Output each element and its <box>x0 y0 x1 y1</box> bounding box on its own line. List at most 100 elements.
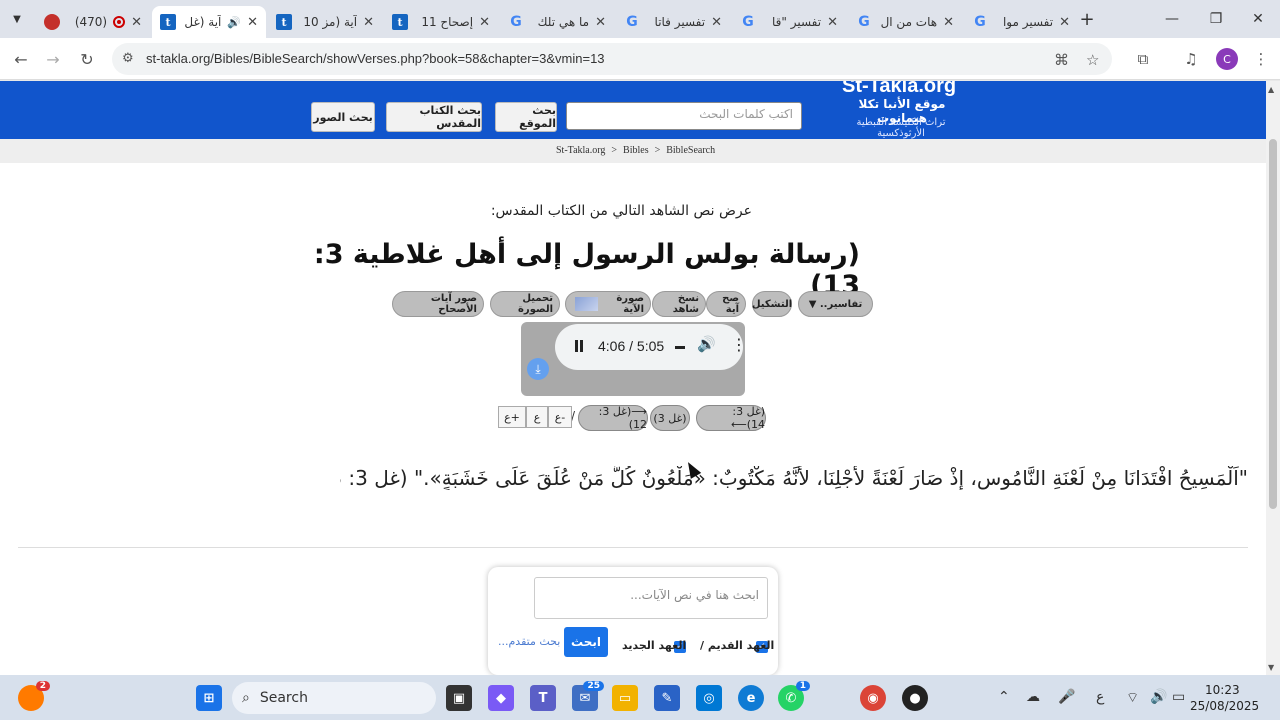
tab-google-5[interactable]: G تفسير موا ✕ <box>964 6 1078 38</box>
image-search-button[interactable]: بحث الصور <box>311 102 375 132</box>
tashkeel-button[interactable]: التشكيل <box>752 291 792 317</box>
avatar[interactable]: C <box>1216 48 1238 70</box>
new-tab-button[interactable]: + <box>1076 8 1098 30</box>
google-icon: G <box>742 14 754 30</box>
forward-icon[interactable]: → <box>42 48 64 70</box>
windows-start-icon[interactable]: ⊞ <box>196 685 222 711</box>
tafasir-dropdown[interactable]: تفاسير.. ▼ <box>798 291 873 317</box>
speaker-icon[interactable]: 🔊 <box>227 16 241 29</box>
clock-date[interactable]: 25/08/2025 <box>1190 699 1259 713</box>
cloud-icon[interactable]: ☁ <box>1026 689 1040 705</box>
font-increase-button[interactable]: ع+ <box>498 406 526 428</box>
chapter-images-button[interactable]: صور آيات الأصحاح <box>392 291 484 317</box>
pause-icon[interactable] <box>573 338 585 354</box>
chrome-icon[interactable]: ◉ <box>860 685 886 711</box>
battery-icon[interactable]: ▭ <box>1172 689 1185 705</box>
advanced-search-link[interactable]: بحث متقدم... <box>498 635 560 648</box>
verse-search-button[interactable]: ابحث <box>564 627 608 657</box>
tab-psalm[interactable]: t آية (مز 10 ✕ <box>268 6 382 38</box>
site-logo[interactable]: St-Takla.org <box>842 81 956 98</box>
extensions-icon[interactable]: ⧉ <box>1132 48 1154 70</box>
tab-title: تفسير موا <box>1002 15 1054 29</box>
bible-search-button[interactable]: بحث الكتاب المقدس <box>386 102 482 132</box>
tab-google-2[interactable]: G تفسير فاتا ✕ <box>616 6 730 38</box>
font-reset-button[interactable]: ع <box>526 406 548 428</box>
url-text[interactable]: st-takla.org/Bibles/BibleSearch/showVers… <box>146 51 605 66</box>
teams-icon[interactable]: T <box>530 685 556 711</box>
close-icon[interactable]: ✕ <box>131 15 142 30</box>
language-indicator[interactable]: ع <box>1096 689 1104 705</box>
google-icon: G <box>858 14 870 30</box>
menu-icon[interactable]: ⋮ <box>1250 48 1272 70</box>
volume-tray-icon[interactable]: 🔊 <box>1150 689 1167 705</box>
close-icon[interactable]: ✕ <box>943 15 954 30</box>
taskbar-search[interactable]: ⌕ Search <box>232 682 436 714</box>
task-view-icon[interactable]: ▣ <box>446 685 472 711</box>
close-icon[interactable]: ✕ <box>1059 15 1070 30</box>
tab-chapter[interactable]: t إصحاح 11 ✕ <box>384 6 498 38</box>
back-icon[interactable]: ← <box>10 48 32 70</box>
tab-active-verse[interactable]: t آية (غل 🔊 ✕ <box>152 6 266 38</box>
site-search-button[interactable]: بحث الموقع <box>495 102 557 132</box>
tab-google-3[interactable]: G تفسير "قا ✕ <box>732 6 846 38</box>
wifi-icon[interactable]: ⌔ <box>1126 689 1139 707</box>
m365-icon[interactable]: ◎ <box>696 685 722 711</box>
takla-icon: t <box>392 14 408 30</box>
copy-verse-button[interactable]: صح آية <box>706 291 746 317</box>
microphone-icon[interactable]: 🎤 <box>1058 689 1075 705</box>
notification-badge: 2 <box>35 681 50 691</box>
prev-verse-button[interactable]: ⟶(غل 3: 12) <box>578 405 648 431</box>
minimize-button[interactable]: — <box>1152 6 1192 32</box>
close-icon[interactable]: ✕ <box>711 15 722 30</box>
chevron-up-icon[interactable]: ⌃ <box>998 689 1010 705</box>
mail-icon[interactable]: ✉ 25 <box>572 681 604 711</box>
close-icon[interactable]: ✕ <box>479 15 490 30</box>
clock-time[interactable]: 10:23 <box>1205 683 1240 697</box>
verse-image-button[interactable]: صورة الآية <box>565 291 651 317</box>
next-verse-button[interactable]: (غل 3: 14)⟵ <box>696 405 766 431</box>
copilot-icon[interactable]: ◆ <box>488 685 514 711</box>
more-options-icon[interactable]: ⋮ <box>731 335 747 354</box>
app-icon[interactable]: ● <box>902 685 928 711</box>
scroll-down-icon[interactable]: ▼ <box>1268 663 1274 672</box>
omnibox[interactable]: ⚙ st-takla.org/Bibles/BibleSearch/showVe… <box>112 43 1112 75</box>
address-bar: ← → ↻ ⚙ st-takla.org/Bibles/BibleSearch/… <box>0 38 1280 80</box>
breadcrumb-home[interactable]: St-Takla.org <box>556 145 605 156</box>
breadcrumb-bibles[interactable]: Bibles <box>623 145 649 156</box>
tab-youtube[interactable]: (470) ✕ <box>36 6 150 38</box>
close-icon[interactable]: ✕ <box>247 15 258 30</box>
download-icon[interactable]: ⤓ <box>527 358 549 380</box>
volume-slider[interactable] <box>675 346 685 349</box>
close-icon[interactable]: ✕ <box>827 15 838 30</box>
scroll-up-icon[interactable]: ▲ <box>1268 85 1274 94</box>
whiteboard-icon[interactable]: ✎ <box>654 685 680 711</box>
star-icon[interactable]: ☆ <box>1086 51 1099 69</box>
breadcrumb-biblesearch[interactable]: BibleSearch <box>666 145 715 156</box>
media-control-icon[interactable]: ♫ <box>1180 48 1202 70</box>
file-explorer-icon[interactable]: ▭ <box>612 685 638 711</box>
volume-icon[interactable]: 🔊 <box>697 335 716 353</box>
tab-google-1[interactable]: G ما هي تلك ✕ <box>500 6 614 38</box>
close-icon[interactable]: ✕ <box>363 15 374 30</box>
scrollbar-thumb[interactable] <box>1269 139 1277 509</box>
scrollbar[interactable]: ▲ ▼ <box>1266 81 1280 675</box>
translate-icon[interactable]: ⌘ <box>1054 51 1069 69</box>
audio-time: 4:06 / 5:05 <box>598 338 665 354</box>
verse-search-input[interactable]: ابحث هنا في نص الآيات... <box>534 577 768 619</box>
takla-icon: t <box>160 14 176 30</box>
site-info-icon[interactable]: ⚙ <box>122 51 134 66</box>
copy-reference-button[interactable]: نسخ شاهد <box>652 291 706 317</box>
restore-button[interactable]: ❐ <box>1196 6 1236 32</box>
close-icon[interactable]: ✕ <box>595 15 606 30</box>
edge-icon[interactable]: e <box>738 685 764 711</box>
tab-google-4[interactable]: G هات من ال ✕ <box>848 6 962 38</box>
whatsapp-icon[interactable]: ✆ 1 <box>778 681 810 711</box>
download-image-button[interactable]: تحميل الصورة <box>490 291 560 317</box>
reload-icon[interactable]: ↻ <box>76 48 98 70</box>
close-window-button[interactable]: ✕ <box>1238 6 1278 32</box>
tab-search-button[interactable]: ▼ <box>6 8 28 30</box>
notification-icon[interactable]: 2 <box>18 681 50 711</box>
chapter-button[interactable]: (غل 3) <box>650 405 690 431</box>
font-decrease-button[interactable]: ع- <box>548 406 572 428</box>
site-search-input[interactable]: اكتب كلمات البحث <box>566 102 802 130</box>
